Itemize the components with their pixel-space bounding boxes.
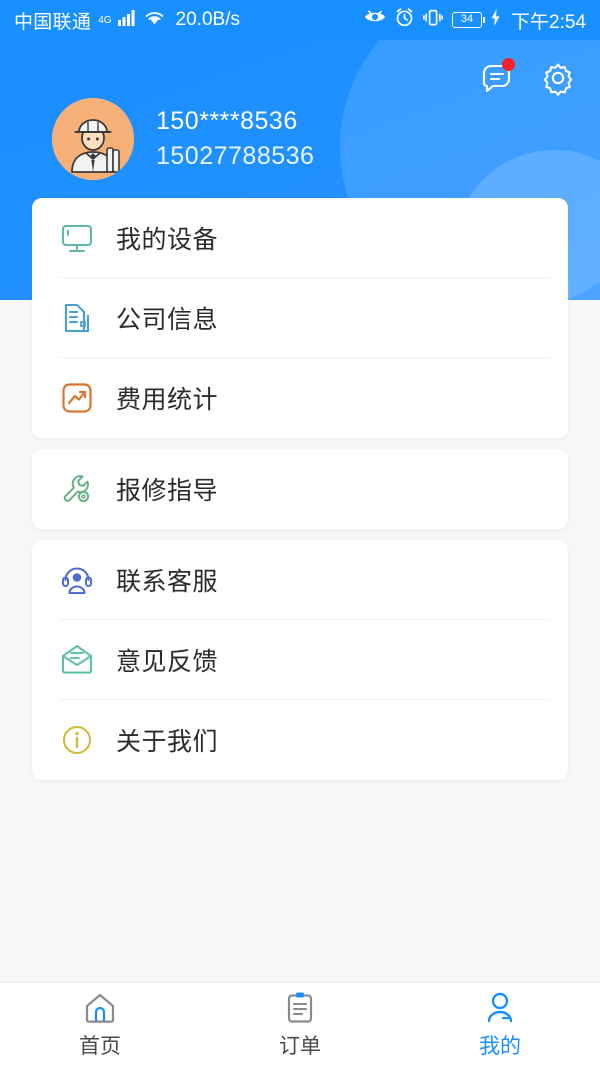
signal-bars-icon [117,9,138,32]
alarm-clock-icon [395,7,414,33]
menu-card-list: 我的设备 公司信息 费用统计 报修指导 联系客服 意见反馈 关于我们 [32,198,568,780]
menu-item-label: 联系客服 [116,568,219,596]
vibrate-icon [423,8,443,33]
menu-item-label: 报修指导 [116,477,219,505]
worker-avatar[interactable] [52,98,134,180]
status-bar: 中国联通 4G 20.0B/s 34 下午2:54 [0,0,600,40]
tab-orders[interactable]: 订单 [200,983,400,1067]
clipboard-orders-icon [282,990,318,1026]
tab-label: 首页 [79,1035,121,1058]
user-profile-icon [482,990,518,1026]
phone-full-label: 15027788536 [156,142,315,170]
wrench-gear-icon [60,472,94,506]
envelope-feedback-icon [60,643,94,677]
eye-comfort-icon [364,9,386,31]
info-circle-icon [60,723,94,757]
app-root: 中国联通 4G 20.0B/s 34 下午2:54 150****8536 15… [0,0,600,1067]
menu-item-about-us[interactable]: 关于我们 [32,700,568,780]
tab-label: 订单 [279,1035,321,1058]
profile-info: 150****8536 15027788536 [156,107,314,171]
header-actions [476,58,578,98]
message-unread-badge [502,58,515,71]
menu-card-group-3: 联系客服 意见反馈 关于我们 [32,540,568,780]
bottom-tab-bar: 首页 订单 我的 [0,982,600,1067]
menu-item-contact-support[interactable]: 联系客服 [32,540,568,620]
tab-label: 我的 [479,1035,521,1058]
building-icon [60,301,94,335]
menu-item-label: 关于我们 [116,728,219,756]
status-bar-right: 34 下午2:54 [364,7,586,34]
carrier-label: 中国联通 [14,11,92,33]
menu-item-label: 费用统计 [116,386,219,414]
menu-card-group-1: 我的设备 公司信息 费用统计 [32,198,568,438]
headset-support-icon [60,563,94,597]
menu-item-company-info[interactable]: 公司信息 [32,278,568,358]
tab-profile[interactable]: 我的 [400,983,600,1067]
battery-icon: 34 [452,12,486,28]
monitor-icon [60,221,94,255]
menu-item-my-devices[interactable]: 我的设备 [32,198,568,278]
menu-card-group-2: 报修指导 [32,449,568,529]
status-clock: 下午2:54 [511,11,586,33]
message-button[interactable] [476,58,516,98]
wifi-icon [144,9,165,32]
menu-item-feedback[interactable]: 意见反馈 [32,620,568,700]
phone-masked-label: 150****8536 [156,107,298,135]
menu-item-cost-statistics[interactable]: 费用统计 [32,358,568,438]
menu-item-repair-guide[interactable]: 报修指导 [32,449,568,529]
menu-item-label: 我的设备 [116,226,219,254]
menu-item-label: 公司信息 [116,306,219,334]
status-bar-left: 中国联通 4G 20.0B/s [14,7,240,34]
menu-item-label: 意见反馈 [116,648,219,676]
charging-bolt-icon [491,8,500,32]
trending-up-chart-icon [60,381,94,415]
tab-home[interactable]: 首页 [0,983,200,1067]
home-icon [82,990,118,1026]
network-speed-label: 20.0B/s [175,9,240,30]
settings-button[interactable] [538,58,578,98]
network-type-label: 4G [98,14,112,26]
profile-block[interactable]: 150****8536 15027788536 [52,98,314,180]
